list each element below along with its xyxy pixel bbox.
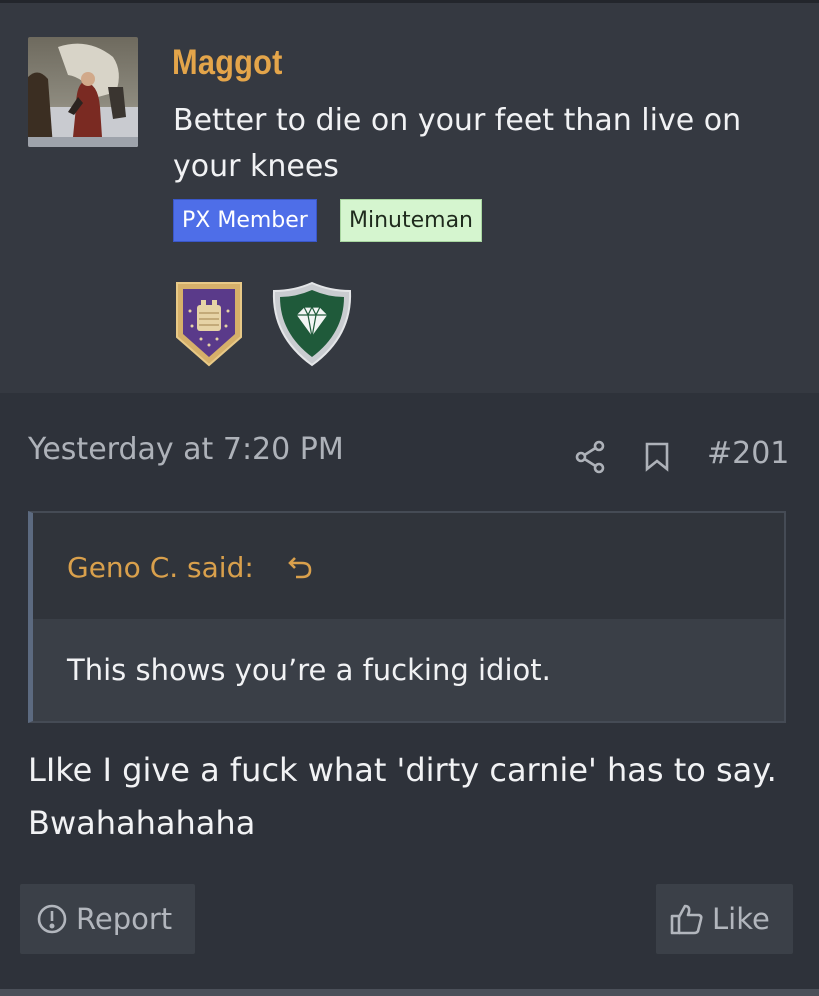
quote-body: This shows you’re a fucking idiot. bbox=[33, 619, 784, 721]
quote-block: Geno C. said: This shows you’re a fuckin… bbox=[28, 511, 786, 723]
diamond-shield-icon[interactable] bbox=[270, 281, 354, 371]
avatar[interactable] bbox=[28, 37, 138, 147]
report-button[interactable]: Report bbox=[20, 884, 195, 954]
like-button[interactable]: Like bbox=[656, 884, 793, 954]
user-banner-minuteman: Minuteman bbox=[340, 199, 482, 242]
user-title: Better to die on your feet than live on … bbox=[173, 103, 742, 184]
vest-shield-icon[interactable] bbox=[175, 281, 243, 371]
report-label: Report bbox=[76, 902, 173, 936]
post-message: LIke I give a fuck what 'dirty carnie' h… bbox=[28, 751, 777, 842]
post-number-link[interactable]: #201 bbox=[707, 436, 789, 471]
quote-text: This shows you’re a fucking idiot. bbox=[67, 653, 551, 687]
user-banner-px-member: PX Member bbox=[173, 199, 317, 242]
quote-header: Geno C. said: bbox=[33, 513, 784, 619]
post-date[interactable]: Yesterday at 7:20 PM bbox=[28, 432, 344, 467]
share-icon[interactable] bbox=[575, 440, 607, 478]
alert-circle-icon bbox=[37, 904, 67, 934]
quote-author-link[interactable]: Geno C. said: bbox=[67, 551, 254, 584]
thumbs-up-icon bbox=[670, 904, 703, 935]
reply-arrow-icon[interactable] bbox=[287, 555, 313, 585]
user-info-block: Maggot Better to die on your feet than l… bbox=[0, 3, 819, 393]
like-label: Like bbox=[712, 902, 770, 936]
bookmark-icon[interactable] bbox=[645, 442, 669, 476]
bottom-divider bbox=[0, 989, 819, 996]
username[interactable]: Maggot bbox=[172, 43, 283, 83]
